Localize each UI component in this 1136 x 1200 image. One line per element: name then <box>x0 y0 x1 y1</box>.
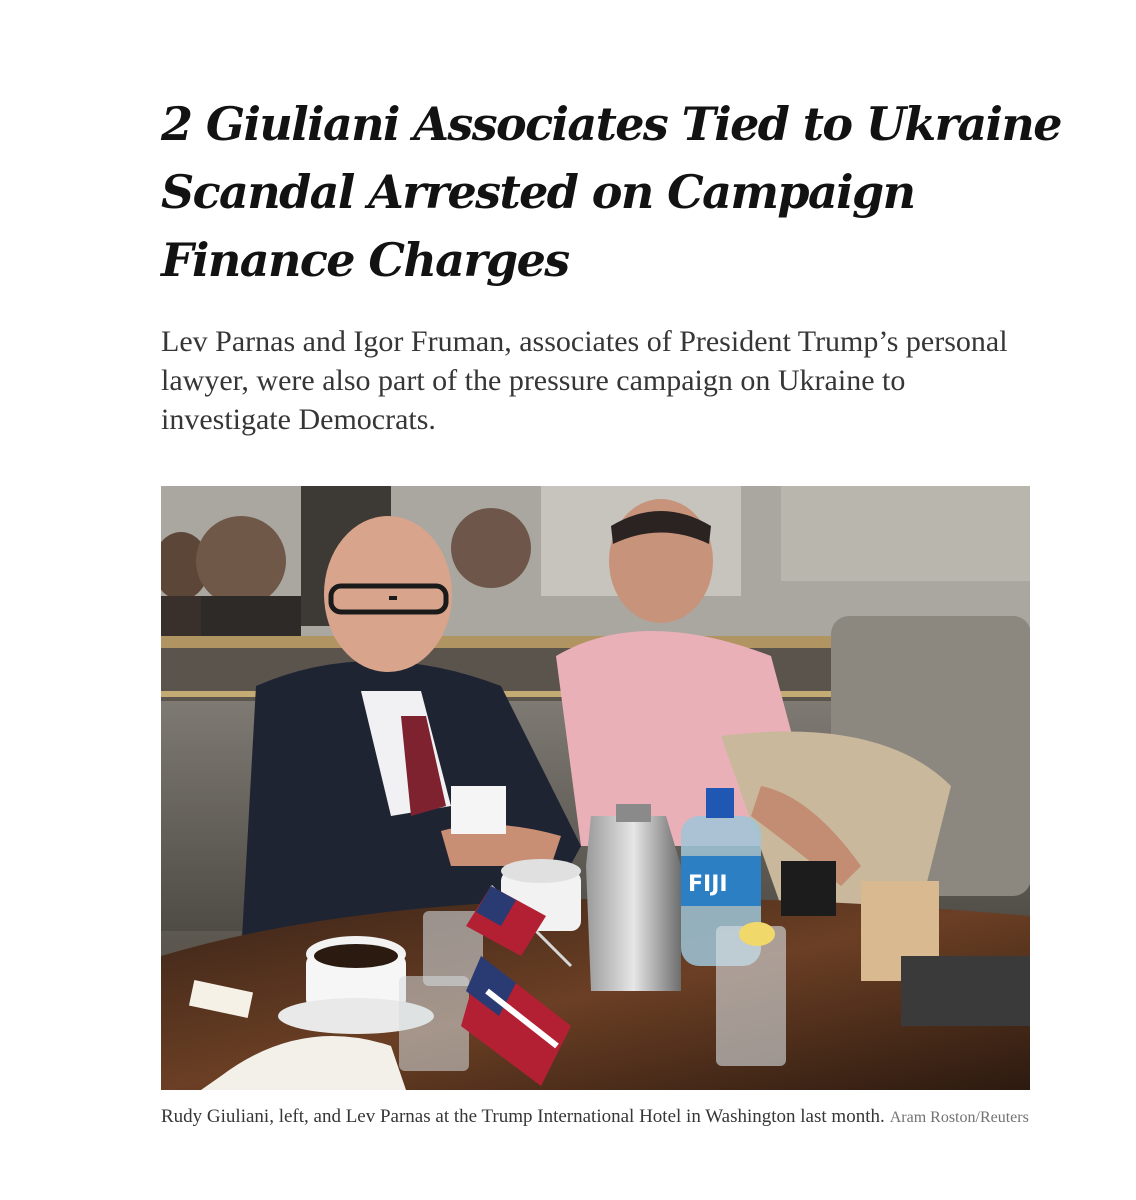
article-summary: Lev Parnas and Igor Fruman, associates o… <box>161 325 1008 436</box>
article-photo: FIJI <box>161 486 1030 1090</box>
headline: 2 Giuliani Associates Tied to Ukraine Sc… <box>161 97 1063 287</box>
photo-caption: Rudy Giuliani, left, and Lev Parnas at t… <box>161 1103 1041 1132</box>
caption-text: Rudy Giuliani, left, and Lev Parnas at t… <box>161 1106 885 1127</box>
photo-credit: Aram Roston/Reuters <box>889 1109 1029 1126</box>
bottle-label: FIJI <box>688 872 728 897</box>
